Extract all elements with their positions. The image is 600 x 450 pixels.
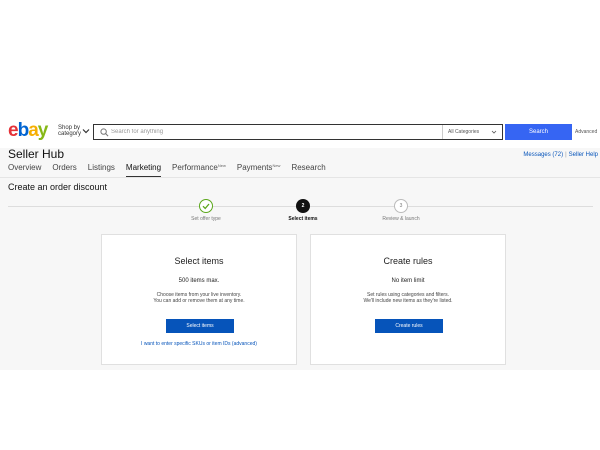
card-limit: 500 items max. xyxy=(178,278,220,284)
messages-link[interactable]: Messages (72) xyxy=(523,152,563,158)
card-description: Choose items from your live inventory. Y… xyxy=(153,292,245,304)
step-complete-indicator xyxy=(199,199,213,213)
nav-item-marketing[interactable]: Marketing xyxy=(125,163,162,177)
nav-item-research[interactable]: Research xyxy=(291,163,325,177)
nav-item-listings[interactable]: Listings xyxy=(88,163,115,177)
create-rules-button[interactable]: Create rules xyxy=(375,319,443,333)
search-input[interactable] xyxy=(111,126,436,138)
select-items-button[interactable]: Select items xyxy=(166,319,234,333)
shop-by-category-button[interactable]: Shop by category xyxy=(58,125,82,137)
nav-item-payments[interactable]: PaymentsNew xyxy=(237,163,281,177)
create-rules-card: Create rules No item limit Set rules usi… xyxy=(310,234,506,365)
step-number: 2 xyxy=(296,199,310,213)
step-number: 3 xyxy=(394,199,408,213)
check-icon xyxy=(202,203,210,210)
card-title: Select items xyxy=(174,256,224,266)
search-bar: All Categories xyxy=(93,124,503,140)
link-separator: | xyxy=(565,152,567,158)
card-description: Set rules using categories and filters. … xyxy=(363,292,453,304)
card-title: Create rules xyxy=(383,256,433,266)
top-bar: ebay Shop by category All Categories Sea… xyxy=(0,115,600,148)
step-label: Set offer type xyxy=(191,216,221,222)
page-header-title: Seller Hub xyxy=(8,147,65,161)
seller-help-link[interactable]: Seller Help xyxy=(569,152,598,158)
nav-item-orders[interactable]: Orders xyxy=(52,163,76,177)
nav-divider xyxy=(0,177,600,178)
advanced-search-link[interactable]: Advanced xyxy=(575,129,597,135)
ebay-logo[interactable]: ebay xyxy=(8,120,48,142)
step-select-items: 2 Select items xyxy=(268,199,338,222)
nav-item-performance[interactable]: PerformanceNew xyxy=(172,163,226,177)
page-title: Create an order discount xyxy=(8,182,108,192)
category-select[interactable]: All Categories xyxy=(442,125,503,139)
advanced-sku-link[interactable]: I want to enter specific SKUs or item ID… xyxy=(102,341,296,347)
seller-hub-nav: Overview Orders Listings Marketing Perfo… xyxy=(8,163,337,177)
new-badge: New xyxy=(272,163,281,168)
step-label: Select items xyxy=(288,216,318,222)
step-set-offer-type[interactable]: Set offer type xyxy=(171,199,241,222)
category-select-label: All Categories xyxy=(448,129,480,135)
step-label: Review & launch xyxy=(382,216,420,222)
header-links: Messages (72) | Seller Help xyxy=(523,152,598,158)
select-items-card: Select items 500 items max. Choose items… xyxy=(101,234,297,365)
chevron-down-icon[interactable] xyxy=(82,127,90,135)
step-review-launch: 3 Review & launch xyxy=(366,199,436,222)
new-badge: New xyxy=(217,163,226,168)
nav-item-overview[interactable]: Overview xyxy=(8,163,41,177)
search-icon xyxy=(100,128,109,137)
search-button[interactable]: Search xyxy=(505,124,572,140)
card-limit: No item limit xyxy=(391,278,425,284)
chevron-down-icon xyxy=(491,130,497,134)
seller-hub-app: ebay Shop by category All Categories Sea… xyxy=(0,115,600,370)
